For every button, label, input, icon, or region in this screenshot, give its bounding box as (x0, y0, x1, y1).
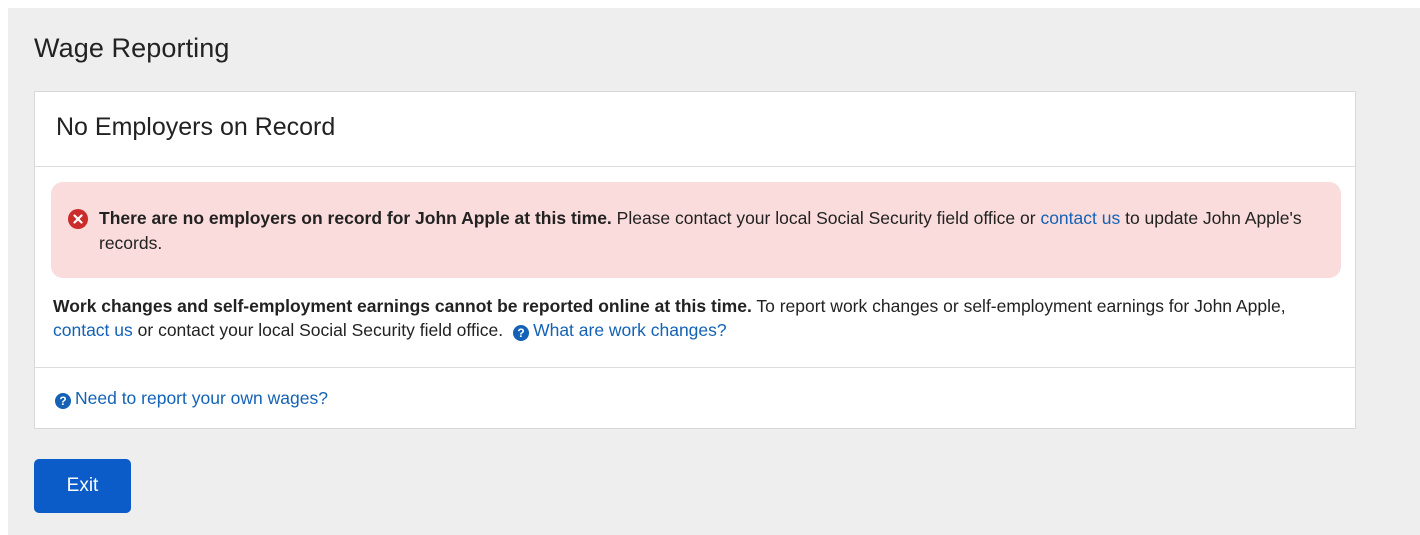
info-contact-us-link[interactable]: contact us (53, 320, 133, 340)
info-text-end: or contact your local Social Security fi… (132, 320, 504, 340)
what-are-work-changes-link[interactable]: ? What are work changes? (513, 320, 727, 341)
card-divider (35, 367, 1355, 368)
card-title: No Employers on Record (56, 113, 336, 141)
info-text: To report work changes or self-employmen… (751, 296, 1286, 316)
info-strong-text: Work changes and self-employment earning… (53, 296, 752, 316)
no-employers-card: No Employers on Record There are no empl… (34, 91, 1356, 429)
question-circle-icon: ? (513, 325, 530, 341)
page-title: Wage Reporting (34, 33, 230, 63)
own-wages-row: ? Need to report your own wages? (55, 386, 328, 410)
card-header: No Employers on Record (35, 92, 1355, 167)
work-changes-info: Work changes and self-employment earning… (53, 294, 1343, 342)
error-alert: There are no employers on record for Joh… (51, 182, 1341, 278)
question-circle-icon: ? (55, 393, 71, 409)
alert-contact-us-link[interactable]: contact us (1040, 208, 1120, 228)
what-are-work-changes-label: What are work changes? (533, 320, 727, 340)
exit-button[interactable]: Exit (34, 459, 131, 513)
report-own-wages-label: Need to report your own wages? (75, 388, 328, 408)
page-background: Wage Reporting No Employers on Record Th… (8, 8, 1420, 535)
alert-strong-text: There are no employers on record for Joh… (99, 208, 612, 228)
alert-text: Please contact your local Social Securit… (611, 208, 1041, 228)
report-own-wages-link[interactable]: ? Need to report your own wages? (55, 388, 328, 409)
error-x-circle-icon (68, 209, 88, 229)
